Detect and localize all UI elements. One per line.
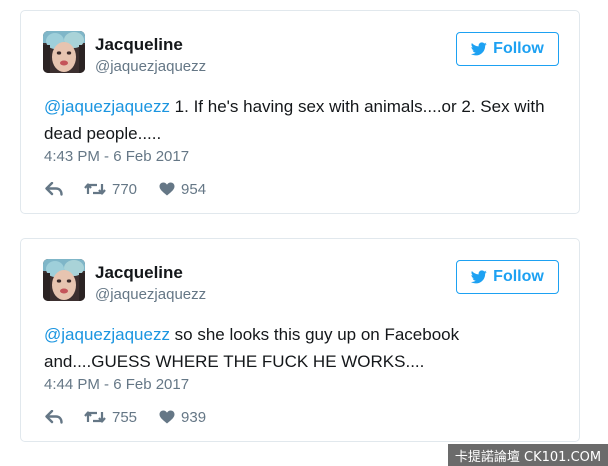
reply-button[interactable] <box>45 410 63 424</box>
twitter-bird-icon <box>471 42 487 56</box>
reply-icon <box>45 182 63 196</box>
follow-label: Follow <box>493 40 544 57</box>
retweet-count: 755 <box>112 408 138 426</box>
heart-icon <box>159 182 175 196</box>
timestamp[interactable]: 4:43 PM - 6 Feb 2017 <box>44 148 189 165</box>
mention-link[interactable]: @jaquezjaquezz <box>44 325 170 344</box>
heart-icon <box>159 410 175 424</box>
reply-icon <box>45 410 63 424</box>
retweet-button[interactable]: 770 <box>84 181 137 198</box>
like-button[interactable]: 939 <box>159 409 206 426</box>
timestamp[interactable]: 4:44 PM - 6 Feb 2017 <box>44 376 189 393</box>
author-name[interactable]: Jacqueline <box>95 263 183 283</box>
retweet-icon <box>84 182 106 196</box>
retweet-count: 770 <box>112 180 138 198</box>
retweet-button[interactable]: 755 <box>84 409 137 426</box>
tweet-card: Jacqueline @jaquezjaquezz Follow @jaquez… <box>20 238 580 442</box>
like-button[interactable]: 954 <box>159 181 206 198</box>
tweet-actions: 770 954 <box>45 179 206 199</box>
avatar[interactable] <box>43 259 85 301</box>
follow-button[interactable]: Follow <box>456 260 559 294</box>
tweet-text: @jaquezjaquezz 1. If he's having sex wit… <box>44 93 564 147</box>
follow-label: Follow <box>493 268 544 285</box>
like-count: 954 <box>181 180 207 198</box>
mention-link[interactable]: @jaquezjaquezz <box>44 97 170 116</box>
like-count: 939 <box>181 408 207 426</box>
avatar[interactable] <box>43 31 85 73</box>
reply-button[interactable] <box>45 182 63 196</box>
author-handle[interactable]: @jaquezjaquezz <box>95 58 206 75</box>
tweet-card: Jacqueline @jaquezjaquezz Follow @jaquez… <box>20 10 580 214</box>
author-handle[interactable]: @jaquezjaquezz <box>95 286 206 303</box>
tweet-text: @jaquezjaquezz so she looks this guy up … <box>44 321 564 375</box>
twitter-bird-icon <box>471 270 487 284</box>
follow-button[interactable]: Follow <box>456 32 559 66</box>
retweet-icon <box>84 410 106 424</box>
watermark: 卡提諾論壇 CK101.COM <box>448 444 608 466</box>
tweet-actions: 755 939 <box>45 407 206 427</box>
author-name[interactable]: Jacqueline <box>95 35 183 55</box>
